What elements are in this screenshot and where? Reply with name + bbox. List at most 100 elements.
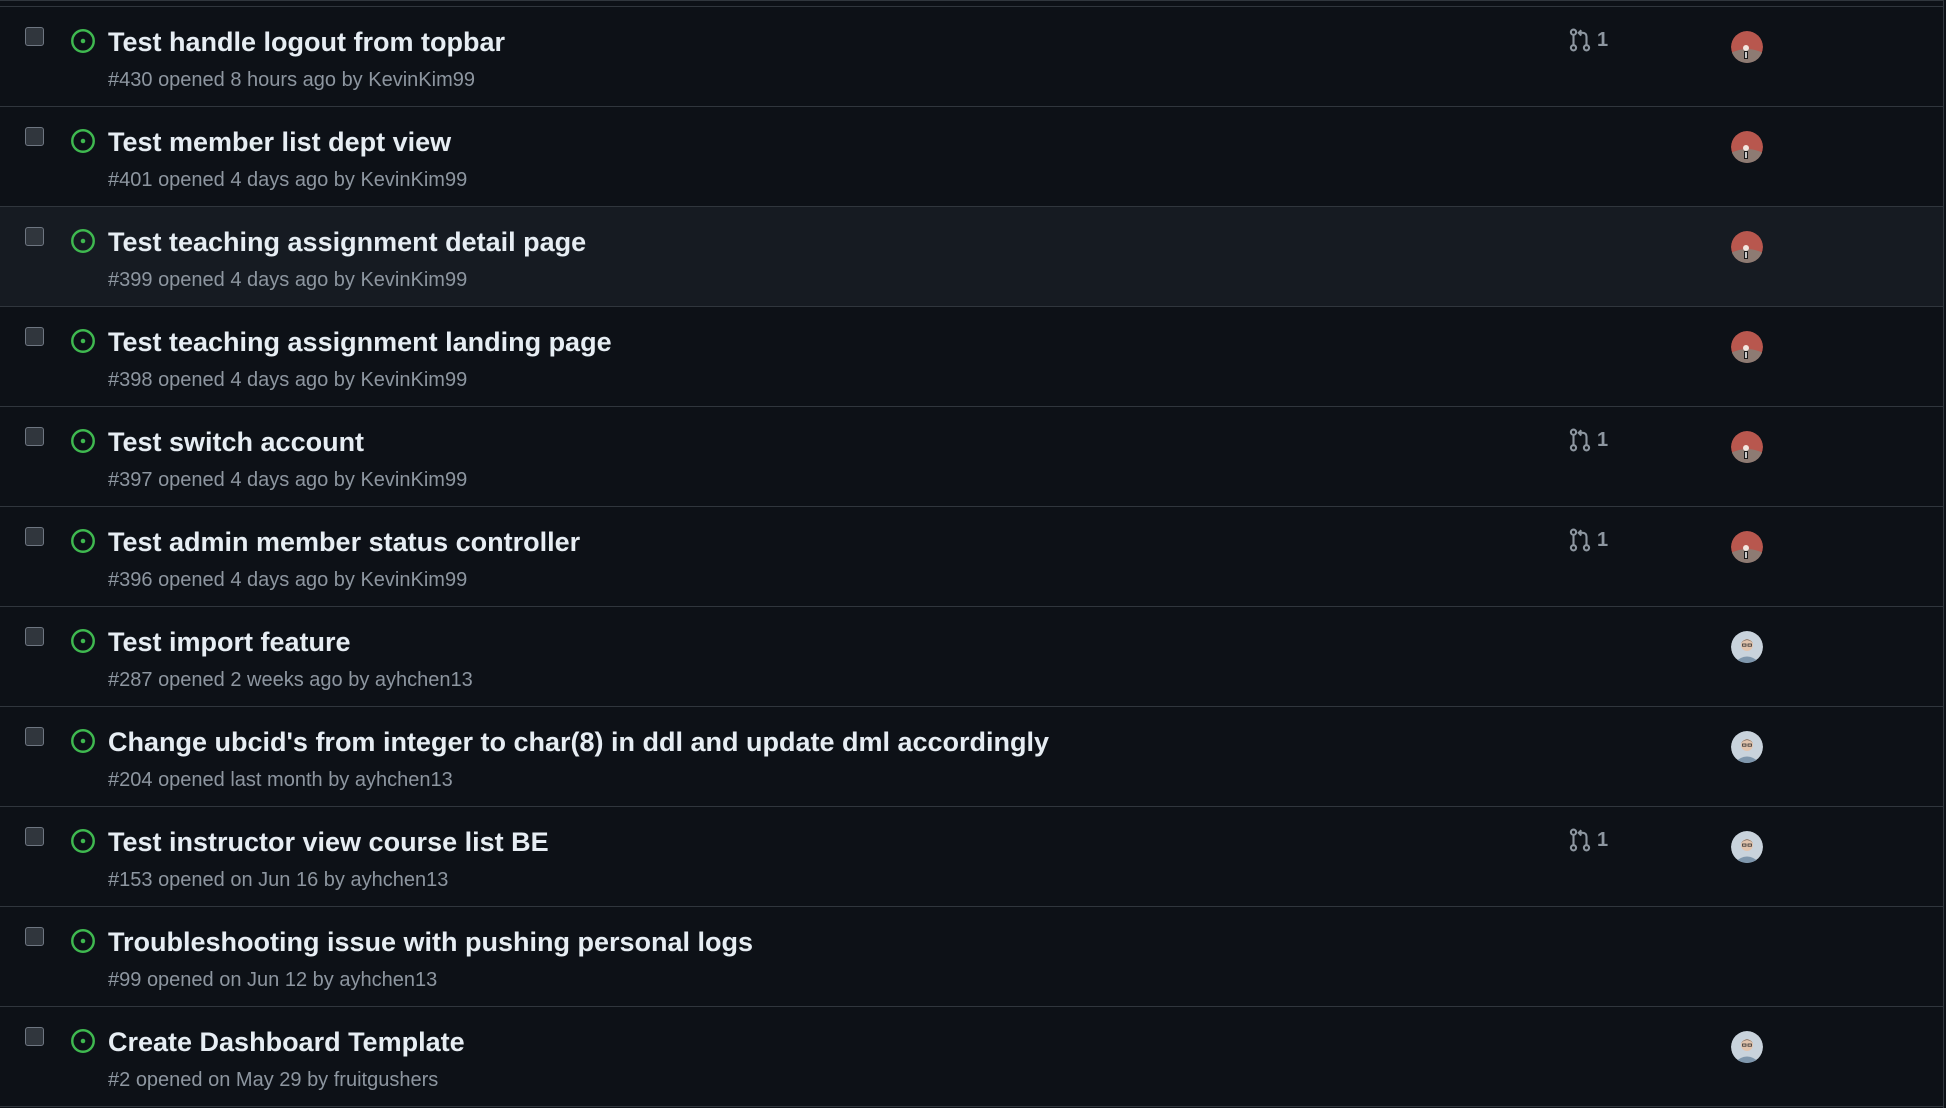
assignee-avatar[interactable] [1731, 31, 1763, 63]
select-checkbox[interactable] [25, 1027, 44, 1046]
assignee-avatar[interactable] [1731, 331, 1763, 363]
issue-author[interactable]: KevinKim99 [360, 569, 467, 591]
issue-open-icon [71, 529, 95, 553]
issue-number: #287 [108, 669, 153, 691]
issue-number: #99 [108, 969, 142, 991]
issue-meta: #401 opened 4 days ago by KevinKim99 [108, 169, 467, 192]
select-checkbox[interactable] [25, 327, 44, 346]
issue-row[interactable]: Test instructor view course list BE #153… [0, 807, 1943, 907]
issue-open-icon [71, 429, 95, 453]
issue-number: #398 [108, 369, 153, 391]
assignee-avatar[interactable] [1731, 131, 1763, 163]
select-checkbox[interactable] [25, 527, 44, 546]
issue-opened: opened 4 days ago [158, 369, 329, 391]
avatar-kevin-image [1731, 531, 1763, 563]
issue-by: by [328, 769, 350, 791]
linked-pr-count: 1 [1597, 428, 1609, 451]
linked-pr-count: 1 [1597, 828, 1609, 851]
issue-open-icon [71, 329, 95, 353]
issue-title[interactable]: Test import feature [108, 627, 351, 658]
issue-opened: opened 4 days ago [158, 269, 329, 291]
select-checkbox[interactable] [25, 827, 44, 846]
linked-pr-count: 1 [1597, 528, 1609, 551]
linked-pr-link[interactable]: 1 [1567, 527, 1608, 553]
issue-number: #396 [108, 569, 153, 591]
issue-opened: opened 8 hours ago [158, 69, 336, 91]
select-checkbox[interactable] [25, 427, 44, 446]
issue-title[interactable]: Test teaching assignment detail page [108, 227, 586, 258]
assignee-avatar[interactable] [1731, 731, 1763, 763]
issue-author[interactable]: ayhchen13 [350, 869, 448, 891]
issue-row[interactable]: Test import feature #287 opened 2 weeks … [0, 607, 1943, 707]
issue-author[interactable]: KevinKim99 [360, 369, 467, 391]
issue-title[interactable]: Test switch account [108, 427, 364, 458]
pull-request-icon [1569, 428, 1591, 452]
issue-row[interactable]: Test switch account #397 opened 4 days a… [0, 407, 1943, 507]
issue-row[interactable]: Create Dashboard Template #2 opened on M… [0, 1007, 1943, 1107]
issue-title[interactable]: Test teaching assignment landing page [108, 327, 612, 358]
issue-open-icon [71, 129, 95, 153]
issue-row[interactable]: Test admin member status controller #396… [0, 507, 1943, 607]
assignee-avatar[interactable] [1731, 1031, 1763, 1063]
linked-pr-link[interactable]: 1 [1567, 427, 1608, 453]
issue-meta: #287 opened 2 weeks ago by ayhchen13 [108, 669, 473, 692]
issue-opened: opened 4 days ago [158, 569, 329, 591]
issue-row[interactable]: Test member list dept view #401 opened 4… [0, 107, 1943, 207]
issue-open-icon [71, 629, 95, 653]
issue-by: by [323, 869, 345, 891]
issue-author[interactable]: KevinKim99 [360, 469, 467, 491]
select-checkbox[interactable] [25, 627, 44, 646]
issue-number: #399 [108, 269, 153, 291]
issue-title[interactable]: Test handle logout from topbar [108, 27, 505, 58]
issue-opened: opened on May 29 [135, 1069, 302, 1091]
issue-row[interactable]: Test teaching assignment detail page #39… [0, 207, 1943, 307]
issue-open-icon [71, 1029, 95, 1053]
issue-row[interactable]: Test teaching assignment landing page #3… [0, 307, 1943, 407]
assignee-avatar[interactable] [1731, 231, 1763, 263]
issue-row[interactable]: Test handle logout from topbar #430 open… [0, 7, 1943, 107]
issue-number: #430 [108, 69, 153, 91]
issue-by: by [333, 269, 355, 291]
issue-title[interactable]: Test member list dept view [108, 127, 451, 158]
issue-row[interactable]: Change ubcid's from integer to char(8) i… [0, 707, 1943, 807]
issue-title[interactable]: Test admin member status controller [108, 527, 580, 558]
linked-pr-link[interactable]: 1 [1567, 827, 1608, 853]
issue-meta: #397 opened 4 days ago by KevinKim99 [108, 469, 467, 492]
assignee-avatar[interactable] [1731, 431, 1763, 463]
select-checkbox[interactable] [25, 927, 44, 946]
pull-request-icon [1569, 528, 1591, 552]
issue-author[interactable]: fruitgushers [334, 1069, 439, 1091]
assignee-avatar[interactable] [1731, 531, 1763, 563]
issue-meta: #99 opened on Jun 12 by ayhchen13 [108, 969, 437, 992]
select-checkbox[interactable] [25, 27, 44, 46]
issue-title[interactable]: Change ubcid's from integer to char(8) i… [108, 727, 1049, 758]
issue-title[interactable]: Troubleshooting issue with pushing perso… [108, 927, 753, 958]
issue-by: by [333, 569, 355, 591]
issue-author[interactable]: KevinKim99 [368, 69, 475, 91]
issue-author[interactable]: KevinKim99 [360, 169, 467, 191]
select-checkbox[interactable] [25, 227, 44, 246]
linked-pr-link[interactable]: 1 [1567, 27, 1608, 53]
issue-title[interactable]: Create Dashboard Template [108, 1027, 465, 1058]
issue-opened: opened 4 days ago [158, 469, 329, 491]
avatar-kevin-image [1731, 231, 1763, 263]
issue-author[interactable]: ayhchen13 [355, 769, 453, 791]
issue-title[interactable]: Test instructor view course list BE [108, 827, 549, 858]
issue-row[interactable]: Troubleshooting issue with pushing perso… [0, 907, 1943, 1007]
issue-number: #401 [108, 169, 153, 191]
issue-number: #397 [108, 469, 153, 491]
issue-opened: opened 4 days ago [158, 169, 329, 191]
issue-author[interactable]: KevinKim99 [360, 269, 467, 291]
select-checkbox[interactable] [25, 727, 44, 746]
assignee-avatar[interactable] [1731, 631, 1763, 663]
issue-author[interactable]: ayhchen13 [375, 669, 473, 691]
assignee-avatar[interactable] [1731, 831, 1763, 863]
issue-opened: opened on Jun 16 [158, 869, 319, 891]
avatar-ayh-image [1731, 831, 1763, 863]
avatar-kevin-image [1731, 331, 1763, 363]
issue-meta: #396 opened 4 days ago by KevinKim99 [108, 569, 467, 592]
issue-author[interactable]: ayhchen13 [339, 969, 437, 991]
issue-by: by [333, 369, 355, 391]
issue-meta: #153 opened on Jun 16 by ayhchen13 [108, 869, 448, 892]
select-checkbox[interactable] [25, 127, 44, 146]
